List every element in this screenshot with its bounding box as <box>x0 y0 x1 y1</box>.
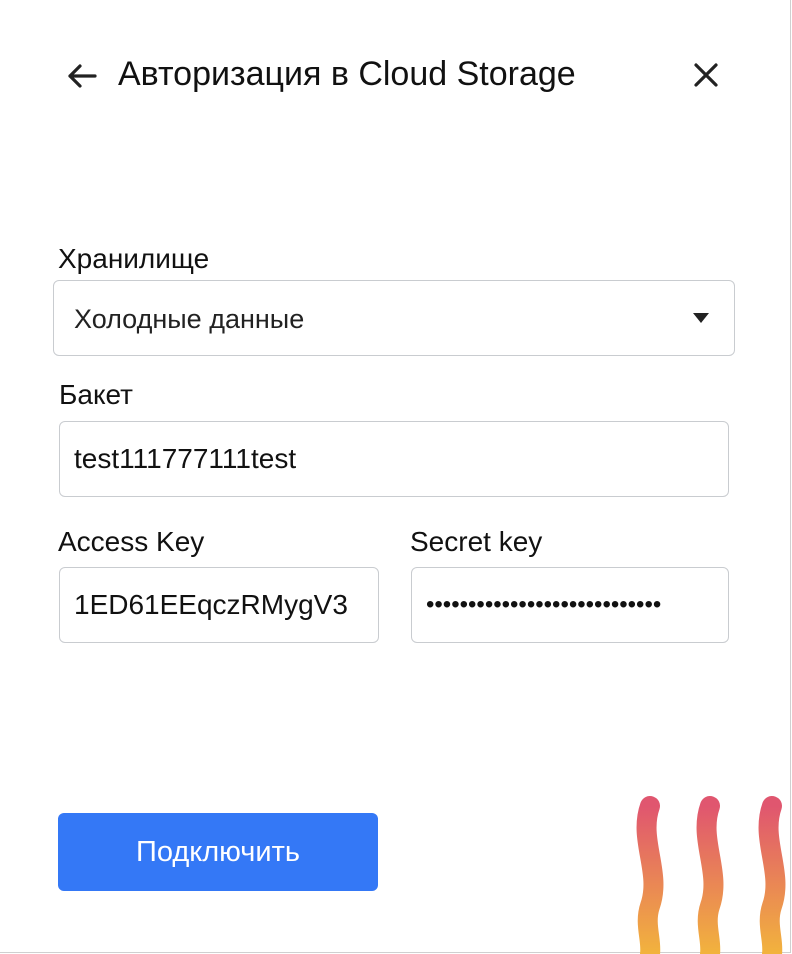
storage-label: Хранилище <box>58 243 210 274</box>
access-key-label: Access Key <box>58 526 205 557</box>
secret-key-input[interactable] <box>411 567 729 643</box>
connect-button[interactable]: Подключить <box>58 813 378 891</box>
arrow-left-icon <box>68 64 97 88</box>
bucket-input[interactable] <box>59 421 729 497</box>
dialog-title: Авторизация в Cloud Storage <box>118 55 576 93</box>
storage-select[interactable]: Холодные данные <box>53 280 735 356</box>
storage-select-value: Холодные данные <box>74 304 305 334</box>
access-key-input[interactable] <box>59 567 379 643</box>
caret-down-icon <box>693 313 709 323</box>
secret-key-label: Secret key <box>410 526 543 557</box>
wavy-lines-decoration <box>636 796 786 954</box>
close-button[interactable] <box>690 58 722 92</box>
bucket-label: Бакет <box>59 379 133 410</box>
back-button[interactable] <box>64 58 100 94</box>
close-icon <box>694 63 718 87</box>
